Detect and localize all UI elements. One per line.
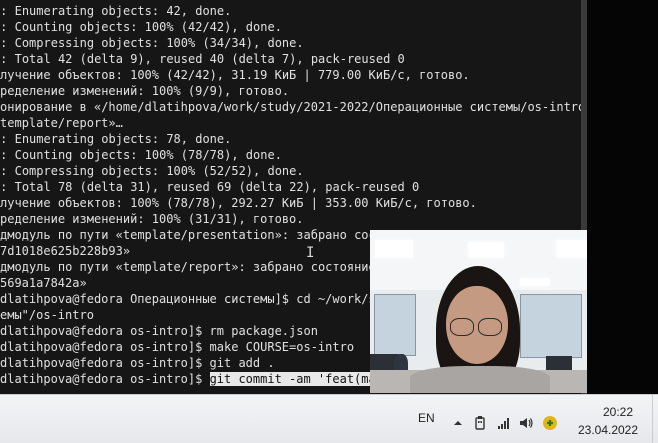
clock-date[interactable]: 23.04.2022	[574, 423, 642, 437]
show-desktop-button[interactable]	[652, 395, 658, 443]
terminal-line: Получение объектов: 100% (78/78), 292.27…	[0, 196, 477, 210]
terminal-line: Клонирование в «/home/dlatihpova/work/st…	[0, 100, 586, 114]
usb-icon[interactable]	[472, 415, 488, 431]
security-shield-icon[interactable]	[542, 415, 558, 431]
chevron-up-icon[interactable]	[450, 415, 466, 431]
terminal-line: емы"/os-intro	[0, 308, 94, 322]
webcam-overlay	[370, 230, 587, 393]
network-signal-icon[interactable]	[496, 415, 512, 431]
terminal-line: remote: Counting objects: 100% (42/42), …	[0, 20, 282, 34]
terminal-line: Подмодуль по пути «template/presentation…	[0, 228, 420, 242]
terminal-line: remote: Total 42 (delta 9), reused 40 (d…	[0, 52, 405, 66]
clock-time[interactable]: 20:22	[588, 405, 648, 419]
terminal-line: [dlatihpova@fedora os-intro]$ git add .	[0, 356, 275, 370]
terminal-line: [dlatihpova@fedora os-intro]$ git commit…	[0, 372, 391, 386]
terminal-line: remote: Compressing objects: 100% (34/34…	[0, 36, 304, 50]
terminal-line: Определение изменений: 100% (9/9), готов…	[0, 84, 290, 98]
person-body	[410, 366, 550, 393]
ceiling-light	[556, 240, 587, 258]
terminal-line: Подмодуль по пути «template/report»: заб…	[0, 260, 376, 274]
terminal-line: Получение объектов: 100% (42/42), 31.19 …	[0, 68, 470, 82]
ceiling-light	[468, 242, 504, 258]
glasses-left	[450, 318, 474, 336]
taskbar: EN 20:22 23.04.2022	[0, 394, 658, 443]
terminal-line: Определение изменений: 100% (31/31), гот…	[0, 212, 304, 226]
terminal-line: remote: Compressing objects: 100% (52/52…	[0, 164, 304, 178]
language-indicator[interactable]: EN	[418, 411, 435, 425]
terminal-line: 7d1018e625b228b93»	[0, 244, 131, 258]
terminal-line: [dlatihpova@fedora os-intro]$ make COURS…	[0, 340, 355, 354]
ceiling-light	[375, 240, 413, 258]
volume-icon[interactable]	[518, 415, 534, 431]
text-cursor-icon: I	[306, 245, 315, 261]
desktop-background	[587, 0, 658, 394]
terminal-line: remote: Enumerating objects: 78, done.	[0, 132, 232, 146]
window-pane	[520, 294, 582, 358]
terminal-line: remote: Counting objects: 100% (78/78), …	[0, 148, 282, 162]
terminal-line: remote: Enumerating objects: 42, done.	[0, 4, 232, 18]
current-command: git commit -am 'feat(main	[209, 372, 391, 386]
terminal-line: 569a1a7842a»	[0, 276, 87, 290]
terminal-line: [dlatihpova@fedora os-intro]$ rm package…	[0, 324, 318, 338]
glasses-right	[478, 318, 502, 336]
ceiling-light	[520, 278, 550, 286]
window-pane	[374, 294, 416, 356]
terminal-line: /template/report»…	[0, 116, 123, 130]
terminal-line: remote: Total 78 (delta 31), reused 69 (…	[0, 180, 420, 194]
